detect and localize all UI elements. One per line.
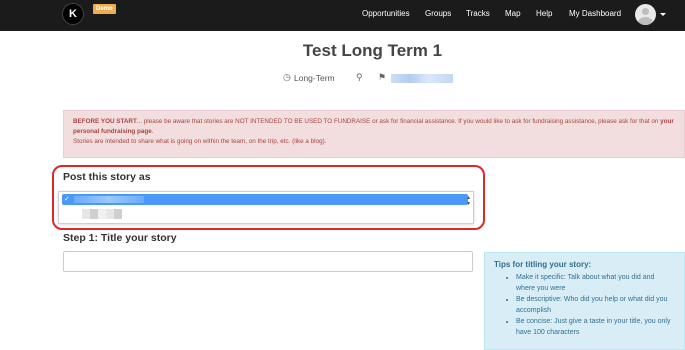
tip-item: Make it specific: Talk about what you di… [516, 273, 675, 294]
option-label-redacted [82, 209, 122, 219]
tips-title: Tips for titling your story: [494, 260, 592, 269]
location-redacted [391, 74, 453, 83]
alert-line2: Stories are intended to share what is go… [73, 138, 327, 145]
avatar-head [642, 8, 649, 15]
alert-text-end: . [151, 128, 154, 135]
clock-icon: ◷ [283, 72, 291, 82]
chevron-down-icon[interactable] [660, 13, 666, 16]
page-title: Test Long Term 1 [302, 41, 443, 60]
fundraise-warning-alert: BEFORE YOU START... please be aware that… [63, 110, 685, 158]
trip-type: Long-Term [294, 73, 335, 83]
avatar-body [638, 17, 653, 25]
alert-lead: BEFORE YOU START [73, 118, 137, 125]
alert-text: ... please be aware that stories are NOT… [136, 118, 661, 125]
post-as-select[interactable]: ✓ [58, 191, 474, 224]
nav-groups[interactable]: Groups [425, 9, 451, 18]
tip-item: Be descriptive: Who did you help or what… [516, 295, 675, 316]
nav-tracks[interactable]: Tracks [466, 9, 490, 18]
option-label-redacted [74, 196, 144, 203]
select-option-selected[interactable]: ✓ [62, 194, 468, 205]
tips-list: Make it specific: Talk about what you di… [494, 273, 675, 338]
story-title-input[interactable] [63, 251, 473, 272]
step1-label: Step 1: Title your story [63, 232, 177, 244]
title-tips-panel: Tips for titling your story: Make it spe… [484, 252, 685, 350]
select-option[interactable] [62, 207, 468, 221]
demo-badge: Demo [93, 4, 116, 14]
nav-help[interactable]: Help [536, 9, 552, 18]
nav-map[interactable]: Map [505, 9, 521, 18]
nav-my-dashboard[interactable]: My Dashboard [569, 9, 621, 18]
top-navbar: K Demo Opportunities Groups Tracks Map H… [0, 0, 685, 31]
select-arrows-icon[interactable]: ▴ ▾ [467, 195, 470, 207]
site-logo[interactable]: K [62, 3, 84, 25]
map-marker-icon: ⚲ [356, 72, 363, 82]
flag-icon: ⚑ [378, 72, 387, 82]
nav-opportunities[interactable]: Opportunities [362, 9, 410, 18]
checkmark-icon: ✓ [64, 196, 70, 203]
user-avatar[interactable] [635, 4, 656, 25]
tip-item: Be concise: Just give a taste in your ti… [516, 317, 675, 338]
